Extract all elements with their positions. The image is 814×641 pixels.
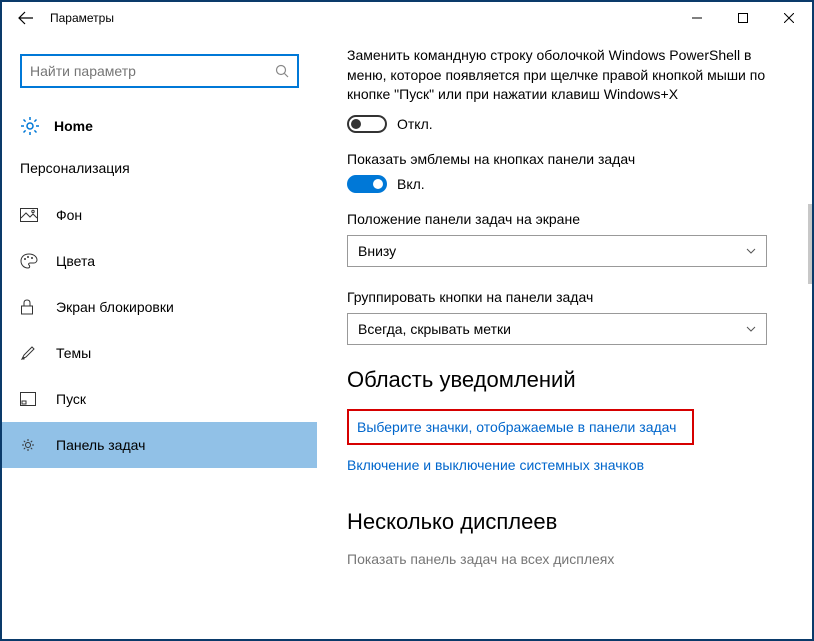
sidebar-item-lockscreen[interactable]: Экран блокировки [2, 284, 317, 330]
picture-icon [20, 208, 40, 222]
select-combine-value: Всегда, скрывать метки [358, 321, 511, 337]
home-row[interactable]: Home [2, 108, 317, 144]
chevron-down-icon [746, 248, 756, 254]
nav-item-label: Экран блокировки [56, 299, 174, 315]
section-displays-title: Несколько дисплеев [347, 509, 784, 535]
search-input[interactable] [30, 63, 275, 79]
start-icon [20, 392, 40, 406]
nav-item-label: Панель задач [56, 437, 145, 453]
maximize-button[interactable] [720, 2, 766, 34]
sidebar-item-taskbar[interactable]: Панель задач [2, 422, 317, 468]
sidebar-item-background[interactable]: Фон [2, 192, 317, 238]
close-icon [784, 13, 794, 23]
select-combine[interactable]: Всегда, скрывать метки [347, 313, 767, 345]
toggle-badges-label: Вкл. [397, 176, 425, 192]
lock-icon [20, 299, 40, 315]
gear-icon [20, 116, 40, 136]
toggle-powershell-label: Откл. [397, 116, 433, 132]
brush-icon [20, 345, 40, 361]
titlebar: Параметры [2, 2, 812, 34]
back-button[interactable] [10, 2, 42, 34]
home-label: Home [54, 118, 93, 134]
nav-item-label: Фон [56, 207, 82, 223]
content-pane: Заменить командную строку оболочкой Wind… [317, 34, 812, 639]
displays-desc: Показать панель задач на всех дисплеях [347, 551, 784, 567]
powershell-desc: Заменить командную строку оболочкой Wind… [347, 46, 784, 105]
select-position-value: Внизу [358, 243, 396, 259]
arrow-left-icon [18, 10, 34, 26]
minimize-icon [692, 13, 702, 23]
sidebar: Home Персонализация Фон Цвета Экран блок… [2, 34, 317, 639]
search-box[interactable] [20, 54, 299, 88]
taskbar-icon [20, 437, 40, 453]
position-label: Положение панели задач на экране [347, 211, 784, 227]
link-system-icons[interactable]: Включение и выключение системных значков [347, 457, 644, 473]
nav-item-label: Темы [56, 345, 91, 361]
nav-item-label: Цвета [56, 253, 95, 269]
badges-label: Показать эмблемы на кнопках панели задач [347, 151, 784, 167]
close-button[interactable] [766, 2, 812, 34]
select-position[interactable]: Внизу [347, 235, 767, 267]
chevron-down-icon [746, 326, 756, 332]
toggle-powershell[interactable] [347, 115, 387, 133]
sidebar-item-themes[interactable]: Темы [2, 330, 317, 376]
sidebar-item-start[interactable]: Пуск [2, 376, 317, 422]
sidebar-item-colors[interactable]: Цвета [2, 238, 317, 284]
link-select-icons[interactable]: Выберите значки, отображаемые в панели з… [347, 409, 694, 445]
combine-label: Группировать кнопки на панели задач [347, 289, 784, 305]
search-icon [275, 64, 289, 78]
nav-item-label: Пуск [56, 391, 86, 407]
scrollbar[interactable] [808, 204, 812, 284]
maximize-icon [738, 13, 748, 23]
category-label: Персонализация [2, 160, 317, 176]
section-notification-title: Область уведомлений [347, 367, 784, 393]
minimize-button[interactable] [674, 2, 720, 34]
nav-list: Фон Цвета Экран блокировки Темы Пуск [2, 192, 317, 468]
window-title: Параметры [50, 11, 114, 25]
palette-icon [20, 253, 40, 269]
toggle-badges[interactable] [347, 175, 387, 193]
